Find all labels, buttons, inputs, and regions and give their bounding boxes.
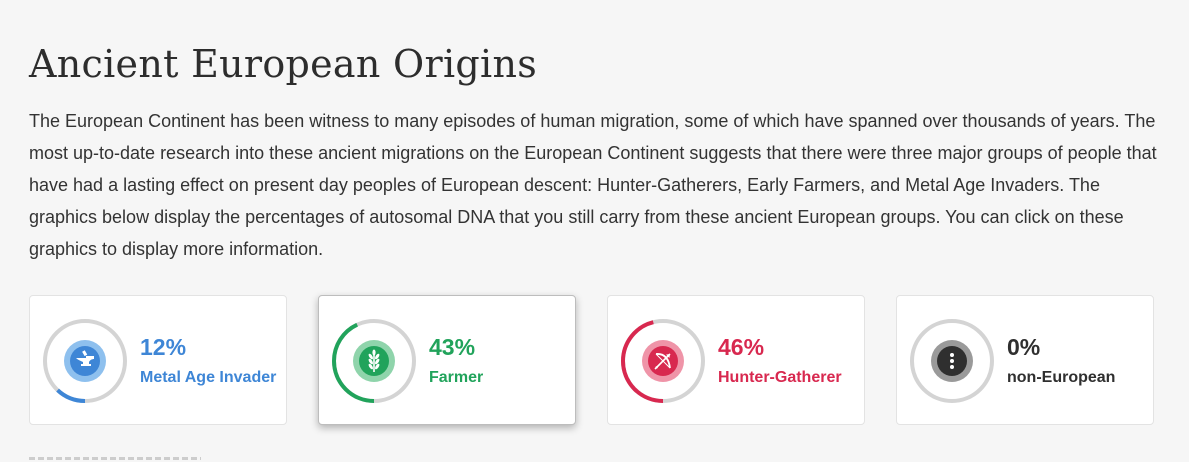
percent-value: 46% [718,334,765,360]
bow-arrow-icon [642,340,684,382]
next-section-heading-cut-off [29,452,209,462]
anvil-icon [64,340,106,382]
percent-value: 0% [1007,334,1041,360]
card-hunter-gatherer[interactable]: 46% Hunter-Gatherer [607,295,865,425]
group-label: Hunter-Gatherer [718,369,842,386]
progress-ring [331,318,417,404]
group-label: Farmer [429,369,484,386]
card-metal-age-invader[interactable]: 12% Metal Age Invader [29,295,287,425]
percent-value: 43% [429,334,476,360]
group-label: non-European [1007,369,1116,386]
wheat-icon [353,340,395,382]
progress-ring [42,318,128,404]
progress-ring [620,318,706,404]
page-title: Ancient European Origins [29,42,538,86]
card-farmer[interactable]: 43% Farmer [318,295,576,425]
intro-paragraph: The European Continent has been witness … [29,111,1157,259]
percent-value: 12% [140,334,187,360]
progress-ring [909,318,995,404]
more-dots-icon [931,340,973,382]
ancestry-cards: 12% Metal Age Invader 43% Farmer 46% Hun… [29,295,1154,425]
group-label: Metal Age Invader [140,369,277,386]
card-non-european[interactable]: 0% non-European [896,295,1154,425]
